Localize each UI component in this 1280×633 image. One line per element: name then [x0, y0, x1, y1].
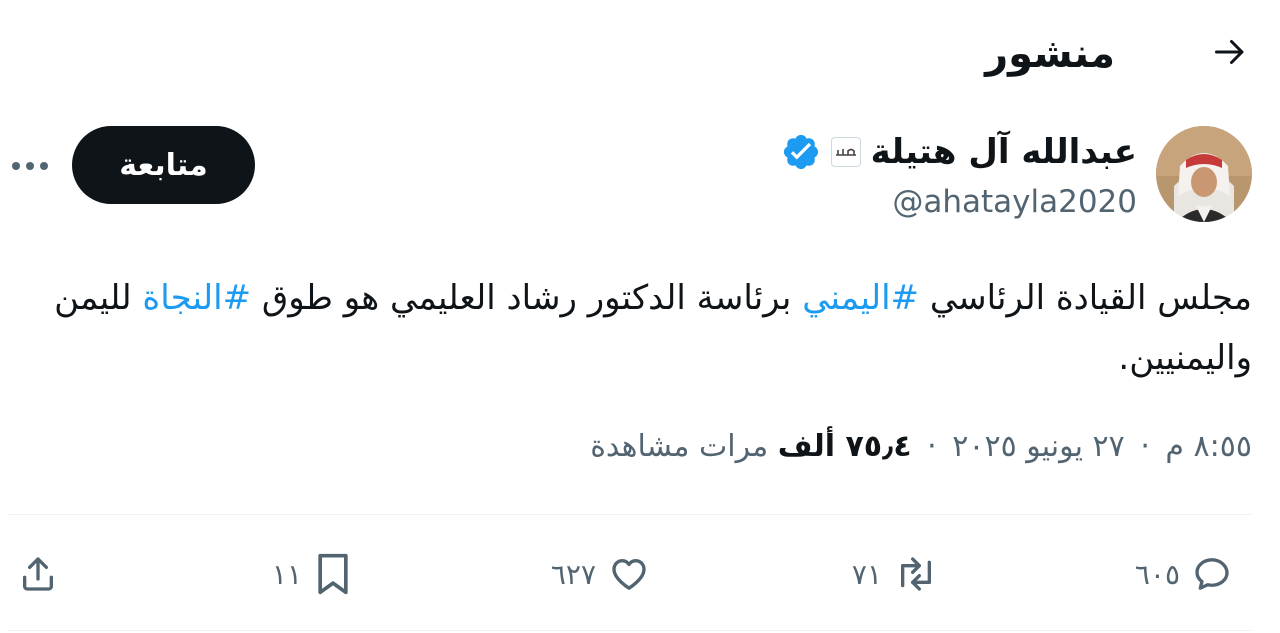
tweet-text-part: مجلس القيادة الرئاسي — [919, 278, 1252, 318]
retweet-button[interactable]: ٧١ — [852, 548, 938, 600]
divider — [8, 514, 1252, 515]
more-options-button[interactable] — [8, 144, 52, 188]
retweet-icon — [901, 557, 931, 591]
bookmark-icon — [318, 553, 348, 595]
author-name-row: عبدالله آل هتيلة — [781, 128, 1137, 176]
more-options-icon — [12, 162, 48, 170]
hashtag-link[interactable]: #اليمني — [802, 278, 919, 318]
tweet-text: مجلس القيادة الرئاسي #اليمني برئاسة الدك… — [38, 268, 1252, 388]
reply-count: ٦٠٥ — [1134, 557, 1180, 591]
tweet-text-part: برئاسة الدكتور رشاد العليمي هو طوق — [251, 278, 803, 318]
meta-separator: · — [927, 429, 937, 464]
like-count: ٦٢٧ — [550, 557, 596, 591]
tweet-meta: ٨:٥٥ م · ٢٧ يونيو ٢٠٢٥ · ٧٥٫٤ ألف مرات م… — [590, 423, 1252, 471]
views-label: مرات مشاهدة — [590, 429, 769, 464]
heart-icon — [612, 559, 646, 590]
share-button[interactable] — [18, 548, 58, 600]
verified-icon — [783, 134, 818, 170]
meta-separator: · — [1140, 429, 1150, 464]
verified-badge-icon[interactable] — [781, 132, 821, 172]
avatar-image — [1156, 126, 1252, 222]
reply-button[interactable]: ٦٠٥ — [1135, 548, 1232, 600]
page-title: منشور — [985, 31, 1115, 77]
affiliate-logo-icon — [835, 148, 856, 156]
author-name[interactable]: عبدالله آل هتيلة — [871, 128, 1137, 176]
author-handle[interactable]: @ahatayla2020 — [892, 180, 1137, 224]
tweet-detail-page: منشور عبدالله آل هتيلة @ahatayla2020 متا… — [0, 0, 1280, 633]
tweet-date[interactable]: ٢٧ يونيو ٢٠٢٥ — [952, 429, 1125, 464]
retweet-count: ٧١ — [851, 557, 882, 591]
affiliate-badge[interactable] — [830, 137, 861, 167]
tweet-time[interactable]: ٨:٥٥ م — [1165, 429, 1252, 464]
share-icon — [23, 557, 53, 591]
like-button[interactable]: ٦٢٧ — [551, 548, 650, 600]
hashtag-link[interactable]: #النجاة — [142, 278, 251, 318]
views-count[interactable]: ٧٥٫٤ ألف — [778, 429, 912, 464]
bookmark-count: ١١ — [271, 557, 302, 591]
follow-button[interactable]: متابعة — [72, 126, 255, 204]
divider — [8, 630, 1252, 631]
avatar[interactable] — [1156, 126, 1252, 222]
page-header: منشور — [0, 22, 1280, 86]
reply-icon — [1195, 558, 1229, 590]
back-button[interactable] — [1206, 28, 1254, 76]
arrow-right-icon — [1215, 40, 1244, 64]
bookmark-button[interactable]: ١١ — [272, 548, 352, 600]
